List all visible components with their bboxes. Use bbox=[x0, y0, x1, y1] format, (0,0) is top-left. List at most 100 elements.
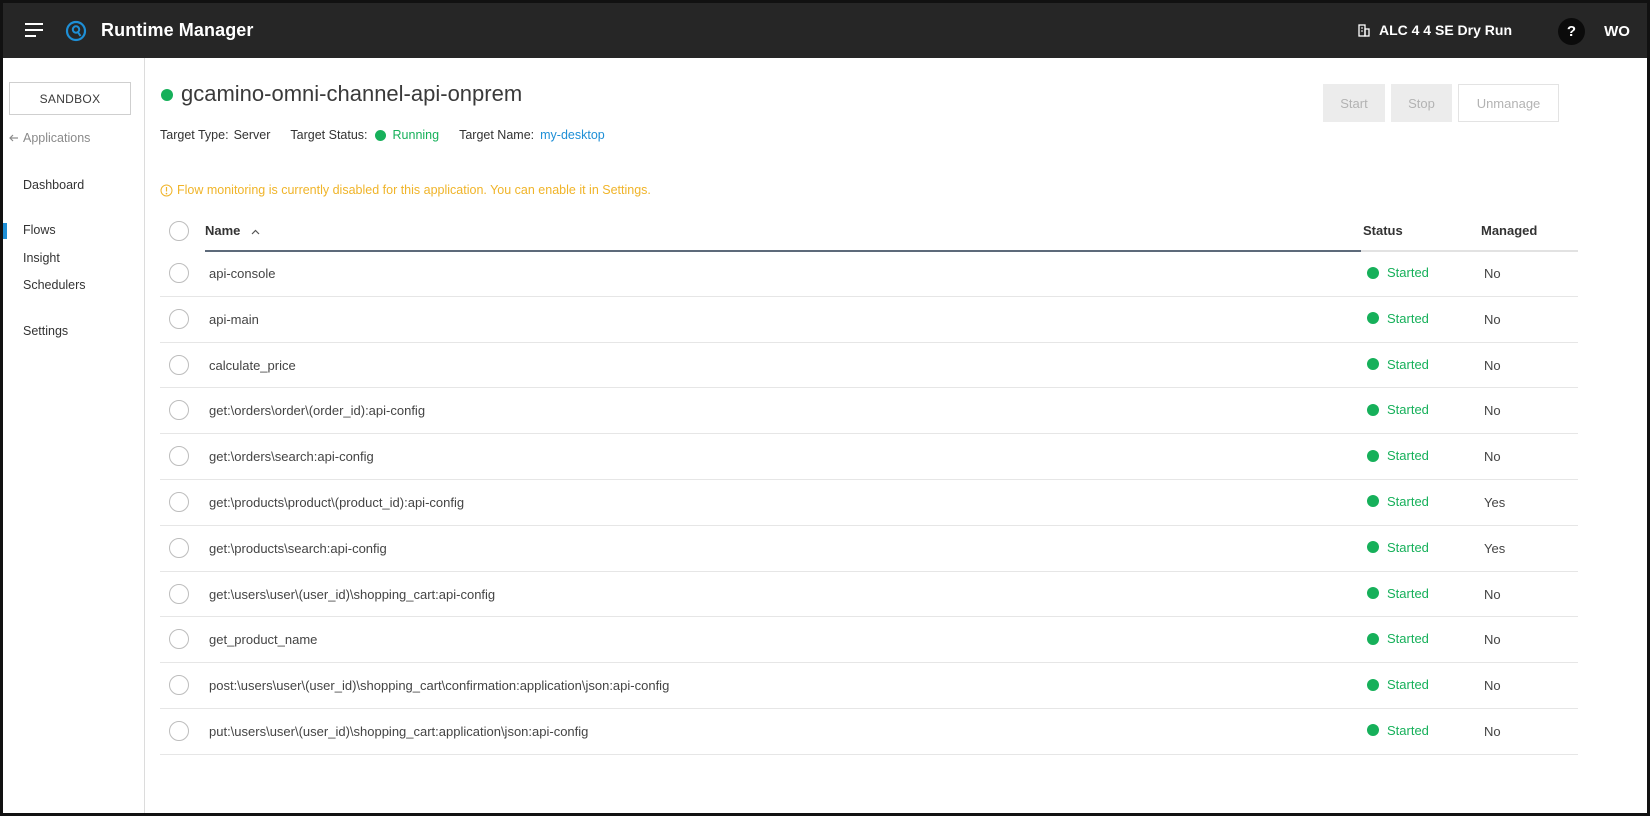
flow-status-text: Started bbox=[1387, 677, 1429, 693]
table-row[interactable]: post:\users\user\(user_id)\shopping_cart… bbox=[160, 663, 1578, 709]
runtime-manager-logo-icon bbox=[65, 20, 87, 42]
flow-name: get:\orders\search:api-config bbox=[209, 449, 374, 465]
flow-status-text: Started bbox=[1387, 493, 1429, 509]
row-checkbox[interactable] bbox=[169, 537, 189, 558]
table-row[interactable]: calculate_price Started No bbox=[160, 343, 1578, 389]
info-icon bbox=[160, 184, 173, 196]
status-dot bbox=[1367, 495, 1379, 508]
status-dot bbox=[1367, 678, 1379, 691]
target-type-label: Target Type: bbox=[160, 128, 229, 142]
table-row[interactable]: get_product_name Started No bbox=[160, 617, 1578, 664]
target-status-value: Running bbox=[392, 128, 440, 142]
flow-name: api-console bbox=[209, 266, 276, 281]
sidebar-item-schedulers[interactable]: Schedulers bbox=[23, 278, 86, 292]
target-status-label: Target Status: bbox=[290, 128, 368, 142]
unmanage-button[interactable]: Unmanage bbox=[1458, 84, 1559, 122]
table-body: api-console Started No api-main Started … bbox=[160, 251, 1578, 755]
flow-name: api-main bbox=[209, 311, 259, 327]
flow-name: put:\users\user\(user_id)\shopping_cart:… bbox=[209, 723, 589, 739]
sidebar: SANDBOX Applications Dashboard Flows Ins… bbox=[3, 58, 145, 813]
row-checkbox[interactable] bbox=[169, 720, 189, 741]
column-header-status[interactable]: Status bbox=[1363, 223, 1403, 238]
main-content: gcamino-omni-channel-api-onprem Target T… bbox=[145, 58, 1647, 813]
status-dot bbox=[1367, 312, 1379, 325]
table-row[interactable]: api-main Started No bbox=[160, 297, 1578, 343]
row-checkbox[interactable] bbox=[169, 583, 189, 604]
flow-managed: No bbox=[1484, 632, 1501, 648]
table-row[interactable]: put:\users\user\(user_id)\shopping_cart:… bbox=[160, 709, 1578, 755]
sidebar-item-insight[interactable]: Insight bbox=[23, 251, 60, 265]
environment-button[interactable]: SANDBOX bbox=[9, 82, 131, 115]
flow-status-text: Started bbox=[1387, 539, 1429, 555]
table-row[interactable]: get:\orders\search:api-config Started No bbox=[160, 434, 1578, 480]
row-checkbox[interactable] bbox=[169, 491, 189, 512]
status-dot bbox=[1367, 541, 1379, 554]
row-checkbox[interactable] bbox=[169, 263, 189, 283]
select-all-checkbox[interactable] bbox=[169, 221, 189, 241]
flow-status-text: Started bbox=[1387, 356, 1429, 372]
flow-managed: Yes bbox=[1484, 494, 1506, 510]
flow-managed: No bbox=[1484, 586, 1501, 602]
flows-table: Name Status Managed api-console Started … bbox=[160, 213, 1578, 755]
warning-text: Flow monitoring is currently disabled fo… bbox=[177, 183, 651, 197]
flow-status-text: Started bbox=[1387, 631, 1429, 647]
table-row[interactable]: get:\users\user\(user_id)\shopping_cart:… bbox=[160, 572, 1578, 618]
flow-name: get:\orders\order\(order_id):api-config bbox=[209, 403, 426, 419]
table-row[interactable]: api-console Started No bbox=[160, 251, 1578, 297]
stop-button[interactable]: Stop bbox=[1391, 84, 1452, 122]
table-row[interactable]: get:\orders\order\(order_id):api-config … bbox=[160, 388, 1578, 435]
flow-managed: No bbox=[1484, 723, 1501, 739]
row-checkbox[interactable] bbox=[169, 354, 189, 375]
row-checkbox[interactable] bbox=[169, 675, 189, 696]
column-name-label: Name bbox=[205, 223, 241, 238]
app-title: Runtime Manager bbox=[101, 20, 254, 40]
active-nav-indicator bbox=[3, 223, 7, 239]
flow-name: post:\users\user\(user_id)\shopping_cart… bbox=[209, 678, 670, 694]
sort-ascending-icon bbox=[251, 229, 260, 234]
flow-status: Started bbox=[1367, 631, 1429, 646]
flow-name: get:\users\user\(user_id)\shopping_cart:… bbox=[209, 586, 496, 602]
target-name-label: Target Name: bbox=[459, 128, 535, 142]
flow-status-text: Started bbox=[1387, 585, 1429, 601]
top-bar: Runtime Manager ALC 4 4 SE Dry Run ? WO bbox=[3, 3, 1647, 58]
org-selector[interactable]: ALC 4 4 SE Dry Run bbox=[1357, 22, 1512, 38]
row-checkbox[interactable] bbox=[169, 446, 189, 467]
back-link-label: Applications bbox=[23, 131, 91, 145]
table-row[interactable]: get:\products\product\(product_id):api-c… bbox=[160, 480, 1578, 526]
flow-status: Started bbox=[1367, 677, 1429, 692]
row-checkbox[interactable] bbox=[169, 629, 189, 650]
column-header-name[interactable]: Name bbox=[205, 223, 260, 238]
flow-status-text: Started bbox=[1387, 448, 1429, 464]
flow-status: Started bbox=[1367, 494, 1429, 509]
org-name: ALC 4 4 SE Dry Run bbox=[1378, 22, 1512, 38]
flow-status: Started bbox=[1367, 540, 1429, 555]
flow-monitoring-warning: Flow monitoring is currently disabled fo… bbox=[160, 183, 651, 197]
status-dot bbox=[1367, 266, 1379, 279]
user-avatar[interactable]: WO bbox=[1602, 18, 1632, 45]
status-dot bbox=[1367, 587, 1379, 600]
sidebar-item-flows[interactable]: Flows bbox=[23, 223, 56, 237]
flow-status: Started bbox=[1367, 311, 1429, 326]
flow-name: get:\products\search:api-config bbox=[209, 540, 387, 556]
flow-managed: No bbox=[1484, 449, 1501, 465]
target-type-value: Server bbox=[233, 128, 271, 142]
back-to-applications-link[interactable]: Applications bbox=[9, 131, 90, 145]
flow-name: calculate_price bbox=[209, 357, 296, 373]
flow-managed: No bbox=[1484, 403, 1501, 419]
flow-name: get:\products\product\(product_id):api-c… bbox=[209, 494, 465, 510]
building-icon bbox=[1358, 24, 1370, 37]
help-button[interactable]: ? bbox=[1558, 18, 1585, 45]
column-header-managed[interactable]: Managed bbox=[1481, 223, 1537, 238]
sidebar-item-dashboard[interactable]: Dashboard bbox=[23, 178, 84, 192]
flow-managed: No bbox=[1484, 357, 1501, 373]
row-checkbox[interactable] bbox=[169, 308, 189, 329]
sidebar-item-settings[interactable]: Settings bbox=[23, 324, 68, 338]
start-button[interactable]: Start bbox=[1323, 84, 1385, 122]
flow-status: Started bbox=[1367, 448, 1429, 463]
row-checkbox[interactable] bbox=[169, 400, 189, 421]
target-name-link[interactable]: my-desktop bbox=[540, 128, 605, 142]
hamburger-menu-icon[interactable] bbox=[25, 23, 45, 39]
flow-status: Started bbox=[1367, 402, 1429, 417]
table-row[interactable]: get:\products\search:api-config Started … bbox=[160, 526, 1578, 572]
flow-status-text: Started bbox=[1387, 402, 1429, 418]
